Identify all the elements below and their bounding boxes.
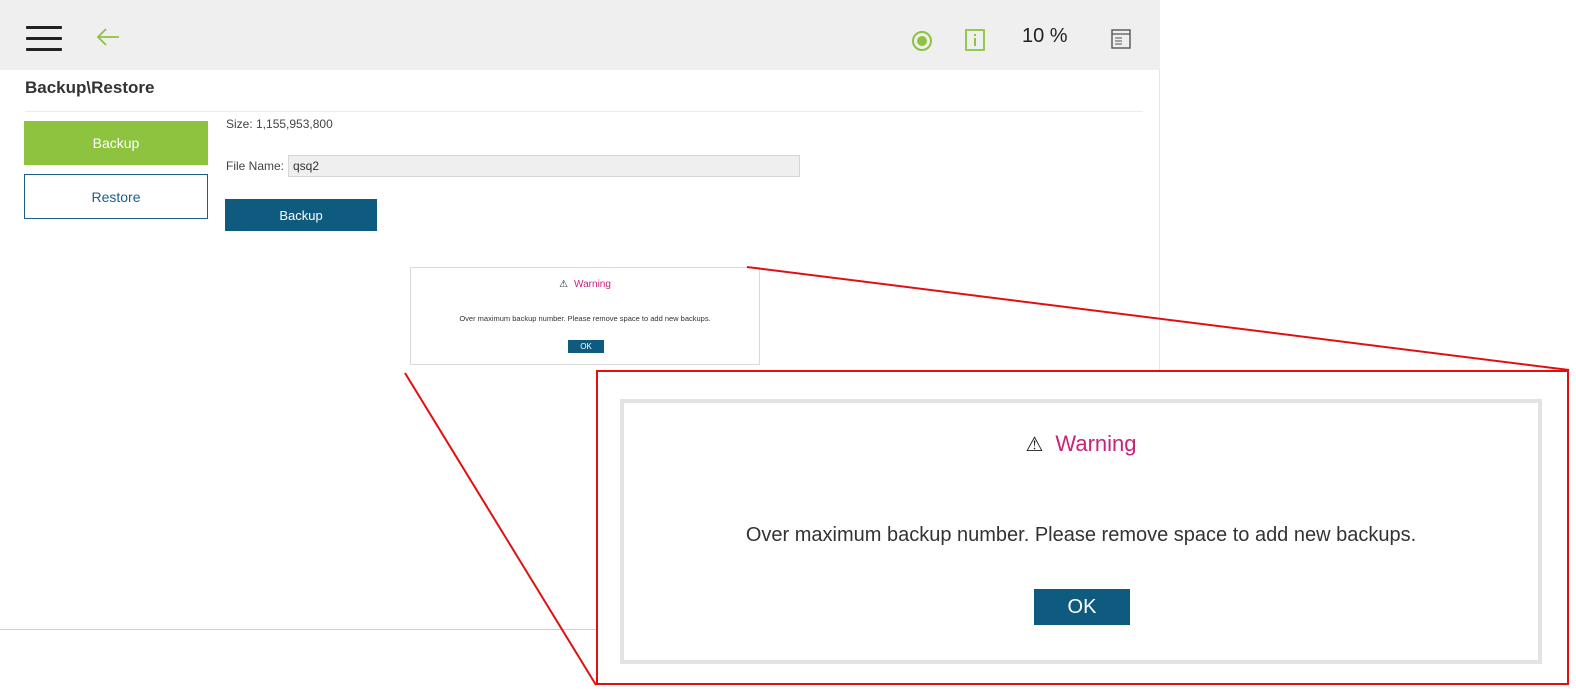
dialog-message: Over maximum backup number. Please remov… (459, 314, 711, 323)
warning-dialog-zoomed: ⚠ Warning Over maximum backup number. Ple… (620, 399, 1542, 664)
sidebar-item-backup[interactable]: Backup (24, 121, 208, 165)
top-toolbar: 10 % (0, 0, 1160, 70)
title-divider (25, 111, 1143, 112)
warning-dialog: ⚠ Warning Over maximum backup number. Ple… (410, 267, 760, 365)
zoomed-dialog-message: Over maximum backup number. Please remov… (745, 524, 1417, 546)
status-dot-icon[interactable] (911, 30, 933, 52)
log-icon[interactable] (1111, 29, 1131, 49)
file-name-label: File Name: (226, 159, 285, 173)
page-title: Backup\Restore (25, 78, 155, 97)
warning-icon: ⚠ (1025, 434, 1044, 456)
backup-size-text: Size: 1,155,953,800 (226, 117, 333, 131)
backup-button[interactable]: Backup (225, 199, 377, 231)
zoomed-dialog-title-row: ⚠ Warning (624, 431, 1538, 457)
dialog-title-row: ⚠ Warning (411, 279, 759, 290)
zoom-callout: ⚠ Warning Over maximum backup number. Ple… (596, 370, 1569, 685)
info-icon[interactable] (965, 29, 985, 51)
zoomed-dialog-ok-button[interactable]: OK (1034, 589, 1130, 625)
warning-icon: ⚠ (559, 279, 569, 290)
dialog-title: Warning (574, 279, 611, 290)
file-name-input[interactable] (288, 155, 800, 177)
dialog-ok-button[interactable]: OK (568, 340, 604, 353)
arrow-left-icon[interactable] (95, 24, 121, 50)
hamburger-icon[interactable] (26, 26, 62, 52)
speed-indicator[interactable]: 10 % (1022, 25, 1068, 48)
sidebar-item-restore[interactable]: Restore (24, 174, 208, 219)
zoomed-dialog-title: Warning (1055, 431, 1137, 456)
